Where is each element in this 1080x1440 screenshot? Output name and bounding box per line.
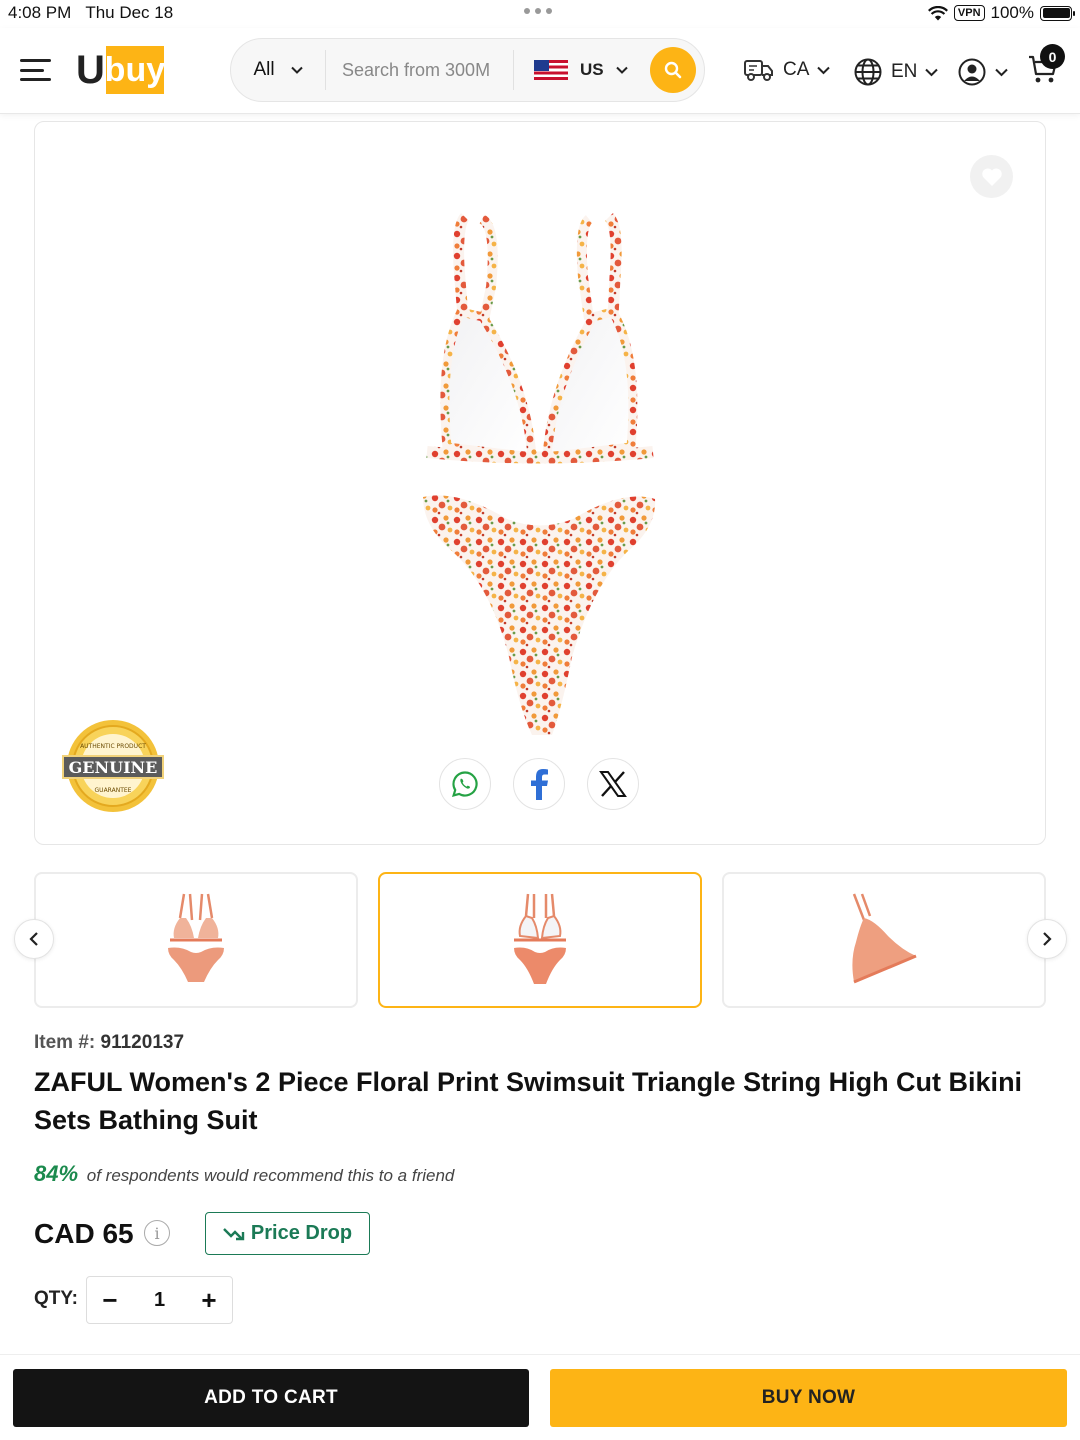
qty-increase-button[interactable]: + [198, 1287, 220, 1313]
search-button[interactable] [650, 47, 696, 93]
thumbnail-image [514, 893, 566, 984]
ship-to-label: CA [783, 59, 810, 80]
hamburger-icon[interactable] [20, 59, 51, 81]
item-number: Item #: 91120137 [34, 1032, 184, 1054]
status-bar: 4:08 PM Thu Dec 18 VPN 100% [0, 0, 1080, 28]
x-share-button[interactable] [587, 758, 639, 810]
heart-icon [981, 167, 1002, 186]
logo-box: buy [105, 46, 165, 94]
store-label: US [580, 60, 604, 79]
recommend-stat: 84% of respondents would recommend this … [34, 1161, 454, 1187]
wishlist-button[interactable] [970, 155, 1013, 198]
buy-now-button[interactable]: BUY NOW [550, 1369, 1067, 1427]
chevron-down-icon [290, 66, 303, 74]
battery-icon [1040, 5, 1075, 21]
thumbnail-carousel [34, 872, 1046, 1008]
x-icon [599, 771, 627, 797]
chevron-left-icon [29, 932, 38, 946]
chevron-down-icon [995, 68, 1008, 76]
bottom-action-bar: ADD TO CART BUY NOW [0, 1354, 1080, 1440]
recommend-text: of respondents would recommend this to a… [86, 1166, 455, 1185]
whatsapp-share-button[interactable] [439, 758, 491, 810]
user-icon [958, 58, 986, 86]
item-number-label: Item #: [34, 1032, 96, 1053]
item-number-value: 91120137 [100, 1032, 185, 1053]
thumbnail-1[interactable] [34, 872, 358, 1008]
ubuy-logo[interactable]: U buy [76, 45, 165, 95]
battery-percent: 100% [990, 3, 1034, 22]
search-icon [664, 61, 682, 79]
product-price: CAD 65 [34, 1218, 134, 1249]
store-select[interactable]: US [514, 60, 650, 80]
genuine-badge-bottom: GUARANTEE [95, 787, 132, 794]
price-info-icon[interactable]: i [144, 1220, 170, 1246]
genuine-badge-icon: GENUINE AUTHENTIC PRODUCT GUARANTEE [62, 720, 164, 812]
site-header: U buy All US CA EN 0 [0, 28, 1080, 114]
language-label: EN [891, 61, 918, 82]
facebook-share-button[interactable] [513, 758, 565, 810]
truck-icon [744, 60, 773, 81]
share-buttons [439, 758, 639, 810]
cart-count-badge: 0 [1040, 44, 1065, 69]
price-drop-button[interactable]: Price Drop [205, 1212, 370, 1255]
status-date: Thu Dec 18 [85, 3, 174, 22]
product-main-image[interactable] [387, 207, 693, 747]
language-selector[interactable]: EN [853, 57, 939, 87]
us-flag-icon [534, 60, 568, 80]
product-image-card: GENUINE AUTHENTIC PRODUCT GUARANTEE [34, 121, 1046, 845]
product-title: ZAFUL Women's 2 Piece Floral Print Swims… [34, 1067, 1023, 1135]
wifi-icon [927, 5, 948, 20]
globe-icon [854, 58, 882, 86]
status-time: 4:08 PM [8, 3, 72, 22]
qty-input[interactable] [139, 1288, 180, 1312]
ship-to-selector[interactable]: CA [743, 57, 831, 83]
whatsapp-icon [451, 771, 478, 797]
search-category-label: All [253, 59, 275, 80]
qty-decrease-button[interactable]: − [99, 1287, 121, 1313]
facebook-icon [531, 769, 548, 800]
account-menu[interactable] [957, 57, 1008, 87]
add-to-cart-button[interactable]: ADD TO CART [13, 1369, 529, 1427]
recommend-percent: 84% [34, 1161, 79, 1186]
chevron-right-icon [1043, 932, 1052, 946]
search-category-select[interactable]: All [231, 50, 326, 90]
price-drop-label: Price Drop [250, 1222, 353, 1244]
thumbnail-3[interactable] [722, 872, 1046, 1008]
multitask-dots-icon[interactable] [524, 8, 552, 14]
thumbnail-image [852, 893, 917, 984]
trend-down-icon [223, 1227, 245, 1240]
search-input[interactable] [326, 50, 514, 90]
quantity-stepper: − + [86, 1276, 233, 1324]
chevron-down-icon [925, 68, 939, 76]
thumbnail-next-button[interactable] [1027, 919, 1067, 959]
thumbnail-prev-button[interactable] [14, 919, 54, 959]
genuine-badge-top: AUTHENTIC PRODUCT [80, 743, 146, 750]
qty-label: QTY: [34, 1288, 78, 1309]
logo-letter: U [76, 48, 105, 92]
genuine-badge-main: GENUINE [69, 758, 158, 777]
chevron-down-icon [615, 66, 628, 74]
search-bar: All US [230, 38, 705, 102]
thumbnail-image [168, 893, 224, 982]
chevron-down-icon [817, 66, 831, 74]
vpn-badge: VPN [953, 5, 985, 21]
thumbnail-2[interactable] [378, 872, 702, 1008]
